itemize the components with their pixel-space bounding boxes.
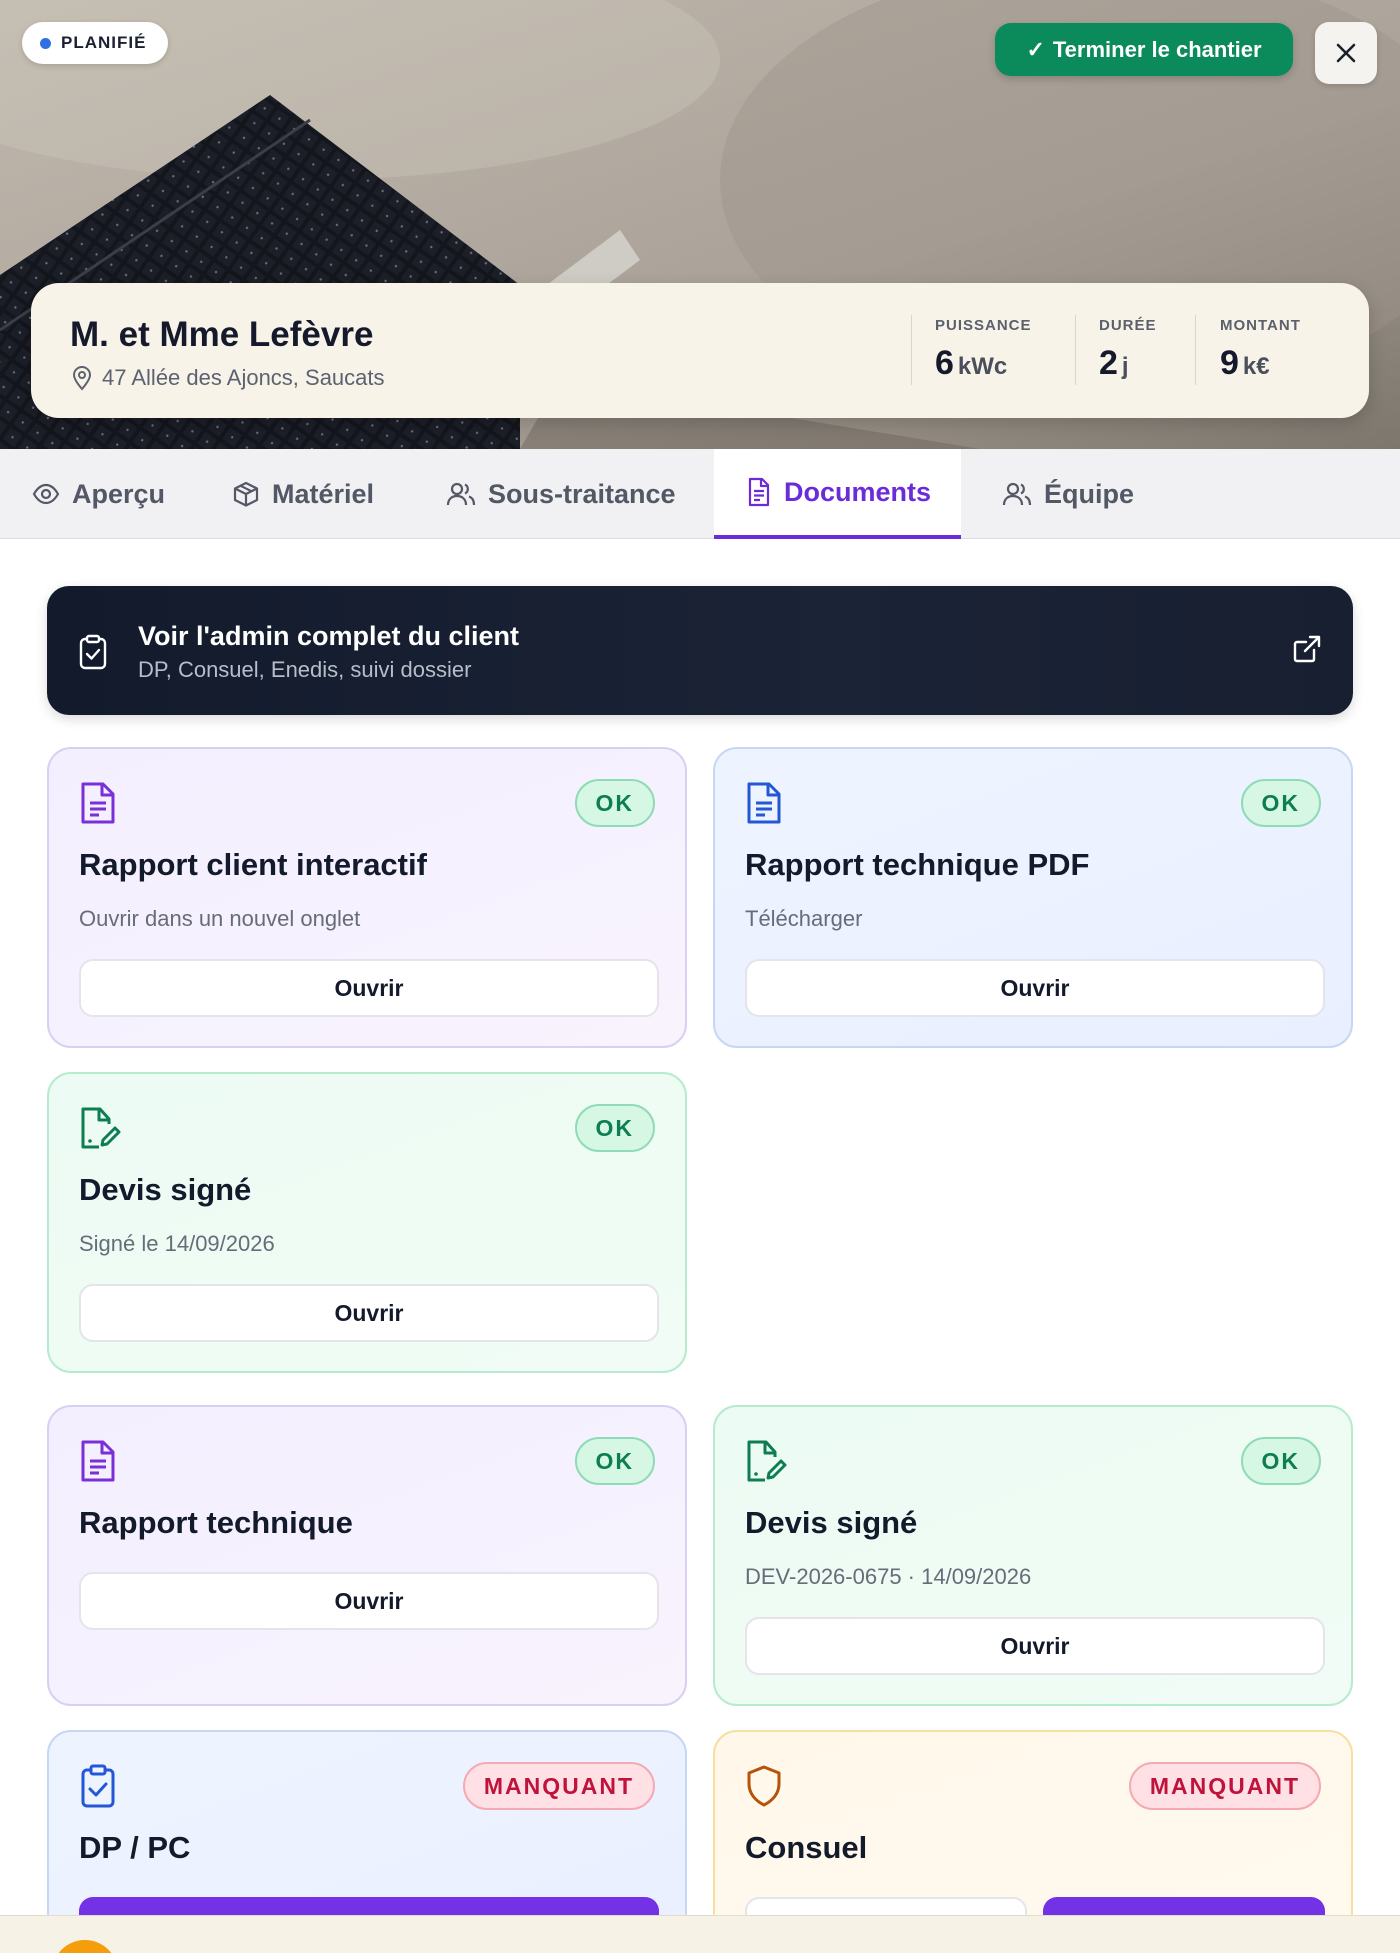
stat-label: DURÉE xyxy=(1099,317,1157,334)
eye-icon xyxy=(32,483,60,505)
stat-power: PUISSANCE 6 kWc xyxy=(935,317,1032,383)
tab-label: Matériel xyxy=(272,478,375,509)
open-button[interactable]: Ouvrir xyxy=(745,1617,1325,1675)
users-icon xyxy=(446,482,476,506)
map-pin-icon xyxy=(72,366,92,391)
document-card-devis-signe-ref: OK Devis signé DEV-2026-0675 · 14/09/202… xyxy=(713,1405,1353,1706)
box-icon xyxy=(233,481,259,507)
tab-apercu[interactable]: Aperçu xyxy=(32,449,165,539)
clipboard-check-icon xyxy=(81,1764,115,1808)
client-address: 47 Allée des Ajoncs, Saucats xyxy=(70,365,385,391)
finish-site-label: Terminer le chantier xyxy=(1052,36,1262,62)
status-dot xyxy=(40,37,51,49)
status-badge: OK xyxy=(574,1437,655,1485)
check-icon: ✓ xyxy=(1026,36,1045,62)
external-link-icon xyxy=(1293,635,1321,663)
file-signature-icon xyxy=(747,1440,787,1482)
status-badge: OK xyxy=(574,1104,655,1152)
file-text-icon xyxy=(81,782,115,824)
document-card-devis-signe: OK Devis signé Signé le 14/09/2026 Ouvri… xyxy=(47,1072,687,1373)
open-button[interactable]: Ouvrir xyxy=(79,1572,659,1630)
document-subtitle: Signé le 14/09/2026 xyxy=(79,1231,275,1256)
tab-label: Sous-traitance xyxy=(488,478,676,509)
client-name: M. et Mme Lefèvre xyxy=(70,315,374,354)
document-title: Rapport technique xyxy=(79,1505,353,1540)
stat-divider xyxy=(911,315,912,385)
tab-documents[interactable]: Documents xyxy=(714,449,962,539)
stat-value: 2j xyxy=(1099,344,1129,382)
document-title: Consuel xyxy=(745,1830,868,1865)
tab-materiel[interactable]: Matériel xyxy=(232,449,374,539)
tab-label: Documents xyxy=(784,476,932,507)
status-badge: OK xyxy=(1240,779,1321,827)
open-button[interactable]: Ouvrir xyxy=(79,959,659,1017)
document-card-rapport-client: OK Rapport client interactif Ouvrir dans… xyxy=(47,747,687,1048)
stat-value: 6 kWc xyxy=(935,344,1008,382)
document-subtitle: DEV-2026-0675 · 14/09/2026 xyxy=(745,1564,1032,1589)
tab-bar: Aperçu Matériel Sous-traitance Documents… xyxy=(0,449,1400,539)
document-title: Devis signé xyxy=(79,1172,252,1207)
client-card: M. et Mme Lefèvre 47 Allée des Ajoncs, S… xyxy=(31,283,1369,418)
stat-divider xyxy=(1195,315,1196,385)
stat-label: PUISSANCE xyxy=(935,317,1032,334)
document-subtitle: Télécharger xyxy=(745,906,863,931)
stat-value: 9 k€ xyxy=(1220,344,1270,382)
file-text-icon xyxy=(747,782,781,824)
file-signature-icon xyxy=(81,1107,121,1149)
status-badge: OK xyxy=(1240,1437,1321,1485)
admin-banner-subtitle: DP, Consuel, Enedis, suivi dossier xyxy=(138,657,472,682)
hero-header: PLANIFIÉ ✓ Terminer le chantier M. et Mm… xyxy=(0,0,1400,449)
status-badge: MANQUANT xyxy=(462,1762,655,1810)
document-title: Devis signé xyxy=(745,1505,918,1540)
tab-label: Équipe xyxy=(1044,478,1135,509)
document-card-rapport-technique: OK Rapport technique Ouvrir xyxy=(47,1405,687,1706)
status-badge: MANQUANT xyxy=(1128,1762,1321,1810)
status-badge: OK xyxy=(574,779,655,827)
document-title: DP / PC xyxy=(79,1830,191,1865)
client-admin-link[interactable]: Voir l'admin complet du client DP, Consu… xyxy=(47,586,1353,715)
stat-amount: MONTANT 9 k€ xyxy=(1220,317,1301,383)
clipboard-check-icon xyxy=(79,634,107,670)
avatar[interactable] xyxy=(52,1940,118,1953)
stat-duration: DURÉE 2j xyxy=(1099,317,1157,383)
stat-divider xyxy=(1075,315,1076,385)
users-icon xyxy=(1002,482,1032,506)
document-title: Rapport client interactif xyxy=(79,847,427,882)
shield-icon xyxy=(747,1765,781,1807)
close-icon xyxy=(1336,43,1356,63)
open-button[interactable]: Ouvrir xyxy=(745,959,1325,1017)
status-label: PLANIFIÉ xyxy=(61,33,147,52)
tab-sous-traitance[interactable]: Sous-traitance xyxy=(446,449,676,539)
file-icon xyxy=(748,477,770,507)
document-card-rapport-technique-pdf: OK Rapport technique PDF Télécharger Ouv… xyxy=(713,747,1353,1048)
document-subtitle: Ouvrir dans un nouvel onglet xyxy=(79,906,361,931)
client-address-text: 47 Allée des Ajoncs, Saucats xyxy=(102,365,385,390)
close-button[interactable] xyxy=(1315,22,1377,84)
bottom-bar xyxy=(0,1915,1400,1953)
document-title: Rapport technique PDF xyxy=(745,847,1090,882)
finish-site-button[interactable]: ✓ Terminer le chantier xyxy=(995,23,1293,76)
stat-label: MONTANT xyxy=(1220,317,1301,334)
file-text-icon xyxy=(81,1440,115,1482)
tab-label: Aperçu xyxy=(72,478,166,509)
admin-banner-title: Voir l'admin complet du client xyxy=(138,621,519,651)
status-chip: PLANIFIÉ xyxy=(22,22,169,64)
tab-equipe[interactable]: Équipe xyxy=(1002,449,1134,539)
open-button[interactable]: Ouvrir xyxy=(79,1284,659,1342)
